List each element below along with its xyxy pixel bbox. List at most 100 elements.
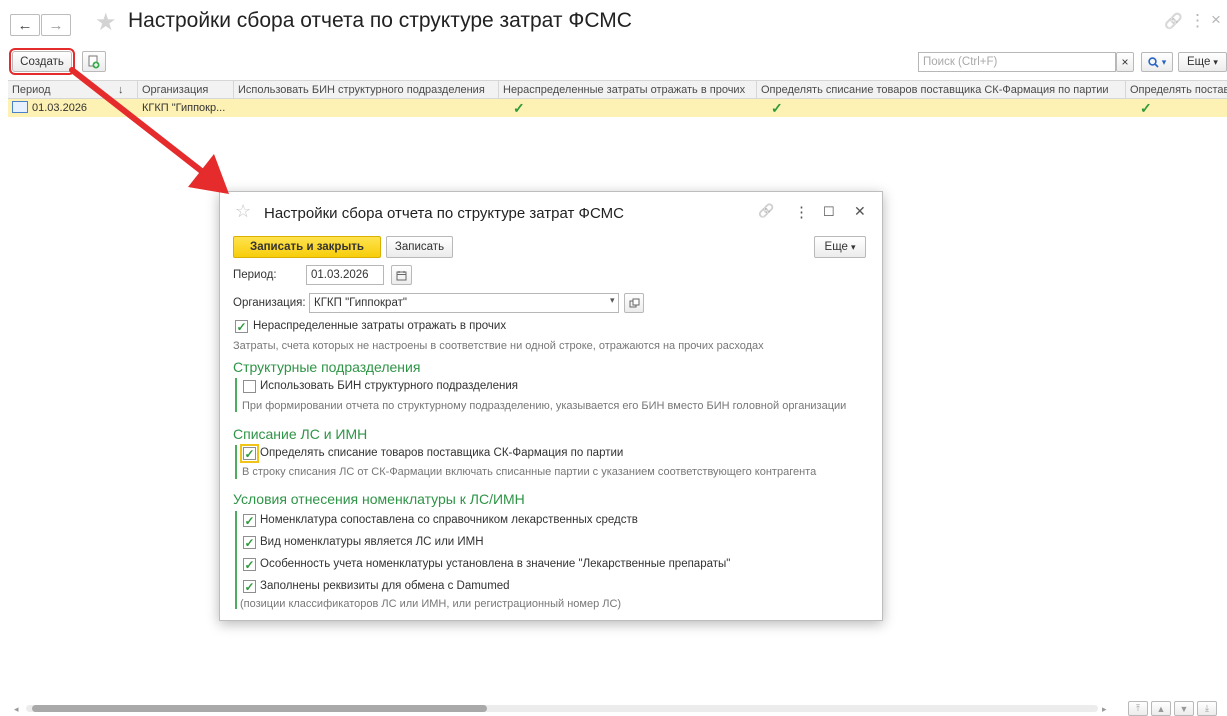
use-bin-label: Использовать БИН структурного подразделе… bbox=[260, 380, 518, 392]
condition-3-checkbox[interactable]: ✓ bbox=[243, 558, 256, 571]
back-button[interactable]: ← bbox=[10, 14, 40, 36]
writeoff-batch-checkbox[interactable]: ✓ bbox=[240, 444, 259, 463]
close-icon[interactable]: ✕ bbox=[854, 203, 866, 220]
create-button[interactable]: Создать bbox=[9, 48, 75, 75]
favorite-star-icon[interactable]: ☆ bbox=[235, 201, 251, 222]
open-organization-button[interactable] bbox=[624, 293, 644, 313]
condition-4-checkbox[interactable]: ✓ bbox=[243, 580, 256, 593]
unallocated-hint: Затраты, счета которых не настроены в со… bbox=[233, 340, 764, 352]
save-and-close-button[interactable]: Записать и закрыть bbox=[233, 236, 381, 258]
table-header: Период ↓ Организация Использовать БИН ст… bbox=[8, 80, 1227, 99]
open-icon bbox=[629, 298, 639, 307]
condition-2-checkbox[interactable]: ✓ bbox=[243, 536, 256, 549]
condition-4-hint: (позиции классификаторов ЛС или ИМН, или… bbox=[240, 598, 622, 610]
copy-button[interactable] bbox=[82, 51, 106, 72]
cell-supplier-check: ✓ bbox=[1140, 100, 1152, 116]
period-label: Период: bbox=[233, 269, 277, 281]
column-header-organization[interactable]: Организация bbox=[138, 81, 234, 99]
save-button[interactable]: Записать bbox=[386, 236, 453, 258]
scroll-up-button[interactable]: ▲ bbox=[1151, 701, 1171, 716]
condition-1-checkbox[interactable]: ✓ bbox=[243, 514, 256, 527]
period-field[interactable]: 01.03.2026 bbox=[306, 265, 384, 285]
scroll-bottom-button[interactable]: ⤓ bbox=[1197, 701, 1217, 716]
link-icon[interactable]: 🔗 bbox=[758, 203, 774, 219]
condition-4-label: Заполнены реквизиты для обмена с Damumed bbox=[260, 580, 510, 592]
cell-writeoff-check: ✓ bbox=[771, 100, 783, 116]
section-conditions: Условия отнесения номенклатуры к ЛС/ИМН bbox=[233, 491, 525, 507]
dialog-title: Настройки сбора отчета по структуре затр… bbox=[264, 205, 624, 222]
condition-2-label: Вид номенклатуры является ЛС или ИМН bbox=[260, 536, 484, 548]
search-placeholder: Поиск (Ctrl+F) bbox=[923, 56, 998, 68]
period-field-value: 01.03.2026 bbox=[311, 269, 369, 281]
check-icon: ✓ bbox=[244, 579, 255, 594]
page-title: Настройки сбора отчета по структуре затр… bbox=[128, 9, 632, 32]
scroll-bottom-icon: ⤓ bbox=[1205, 703, 1209, 713]
arrow-left-icon: ← bbox=[17, 16, 33, 34]
chevron-down-icon: ▾ bbox=[850, 241, 856, 252]
clear-icon: × bbox=[1121, 55, 1129, 69]
chevron-down-icon: ▾ bbox=[1213, 56, 1218, 67]
search-button[interactable]: ▾ bbox=[1141, 52, 1173, 72]
column-label: Определять списание товаров поставщика С… bbox=[761, 84, 1109, 96]
copy-add-icon bbox=[88, 55, 100, 68]
save-label: Записать bbox=[394, 241, 445, 253]
section-structural-units: Структурные подразделения bbox=[233, 359, 421, 375]
more-label: Еще bbox=[824, 241, 848, 253]
chevron-down-icon[interactable]: ▾ bbox=[610, 295, 615, 306]
check-icon: ✓ bbox=[244, 535, 255, 550]
organization-field[interactable]: КГКП "Гиппократ" bbox=[309, 293, 619, 313]
section-writeoff: Списание ЛС и ИМН bbox=[233, 426, 368, 442]
column-label: Использовать БИН структурного подразделе… bbox=[238, 84, 485, 96]
check-icon: ✓ bbox=[236, 319, 247, 334]
scroll-up-icon: ▲ bbox=[1156, 703, 1166, 714]
chevron-down-icon: ▾ bbox=[1161, 56, 1167, 67]
more-actions-icon[interactable]: ⋮ bbox=[1189, 11, 1206, 31]
sort-down-icon: ↓ bbox=[118, 84, 124, 96]
table-row[interactable]: 01.03.2026 КГКП "Гиппокр... ✓ ✓ ✓ bbox=[8, 99, 1227, 117]
section-bar bbox=[235, 511, 237, 609]
maximize-icon[interactable]: ☐ bbox=[823, 204, 835, 220]
search-icon bbox=[1148, 56, 1159, 68]
cell-use-bin bbox=[234, 99, 499, 117]
section-bar bbox=[235, 378, 237, 412]
scroll-down-icon: ▼ bbox=[1179, 703, 1189, 714]
column-label: Организация bbox=[142, 84, 209, 96]
section-bar bbox=[235, 445, 237, 479]
unallocated-label: Нераспределенные затраты отражать в проч… bbox=[253, 320, 507, 332]
record-icon bbox=[12, 101, 28, 114]
column-header-use-bin[interactable]: Использовать БИН структурного подразделе… bbox=[234, 81, 499, 99]
column-header-unallocated[interactable]: Нераспределенные затраты отражать в проч… bbox=[499, 81, 757, 99]
create-button-label: Создать bbox=[20, 55, 64, 68]
favorite-star-icon[interactable]: ★ bbox=[95, 8, 117, 37]
forward-button[interactable]: → bbox=[41, 14, 71, 36]
more-button[interactable]: Еще ▾ bbox=[1178, 52, 1227, 72]
scrollbar-thumb[interactable] bbox=[32, 705, 487, 712]
column-label: Период bbox=[12, 84, 51, 96]
condition-1-label: Номенклатура сопоставлена со справочнико… bbox=[260, 514, 638, 526]
search-input[interactable]: Поиск (Ctrl+F) bbox=[918, 52, 1116, 72]
calendar-button[interactable] bbox=[391, 265, 412, 285]
column-header-period[interactable]: Период ↓ bbox=[8, 81, 138, 99]
condition-3-label: Особенность учета номенклатуры установле… bbox=[260, 558, 731, 570]
scroll-right-icon[interactable]: ▸ bbox=[1102, 704, 1107, 715]
more-actions-icon[interactable]: ⋮ bbox=[794, 203, 809, 221]
horizontal-scrollbar[interactable] bbox=[26, 705, 1098, 712]
writeoff-batch-hint: В строку списания ЛС от СК-Фармации вклю… bbox=[242, 466, 817, 478]
more-label: Еще bbox=[1187, 56, 1211, 68]
use-bin-checkbox[interactable] bbox=[243, 380, 256, 393]
column-label: Определять постав bbox=[1130, 84, 1227, 96]
scroll-down-button[interactable]: ▼ bbox=[1174, 701, 1194, 716]
dialog-more-button[interactable]: Еще ▾ bbox=[814, 236, 866, 258]
unallocated-checkbox[interactable]: ✓ bbox=[235, 320, 248, 333]
organization-label: Организация: bbox=[233, 297, 306, 309]
cell-period: 01.03.2026 bbox=[8, 99, 138, 117]
scroll-top-button[interactable]: ⤒ bbox=[1128, 701, 1148, 716]
close-icon[interactable]: × bbox=[1211, 10, 1221, 30]
column-header-supplier[interactable]: Определять постав bbox=[1126, 81, 1227, 99]
settings-dialog: ☆ Настройки сбора отчета по структуре за… bbox=[219, 191, 883, 621]
scroll-left-icon[interactable]: ◂ bbox=[14, 704, 19, 715]
search-clear-button[interactable]: × bbox=[1116, 52, 1134, 72]
column-header-writeoff-batch[interactable]: Определять списание товаров поставщика С… bbox=[757, 81, 1126, 99]
link-icon[interactable]: 🔗 bbox=[1164, 12, 1183, 30]
scroll-top-icon: ⤒ bbox=[1136, 703, 1140, 713]
